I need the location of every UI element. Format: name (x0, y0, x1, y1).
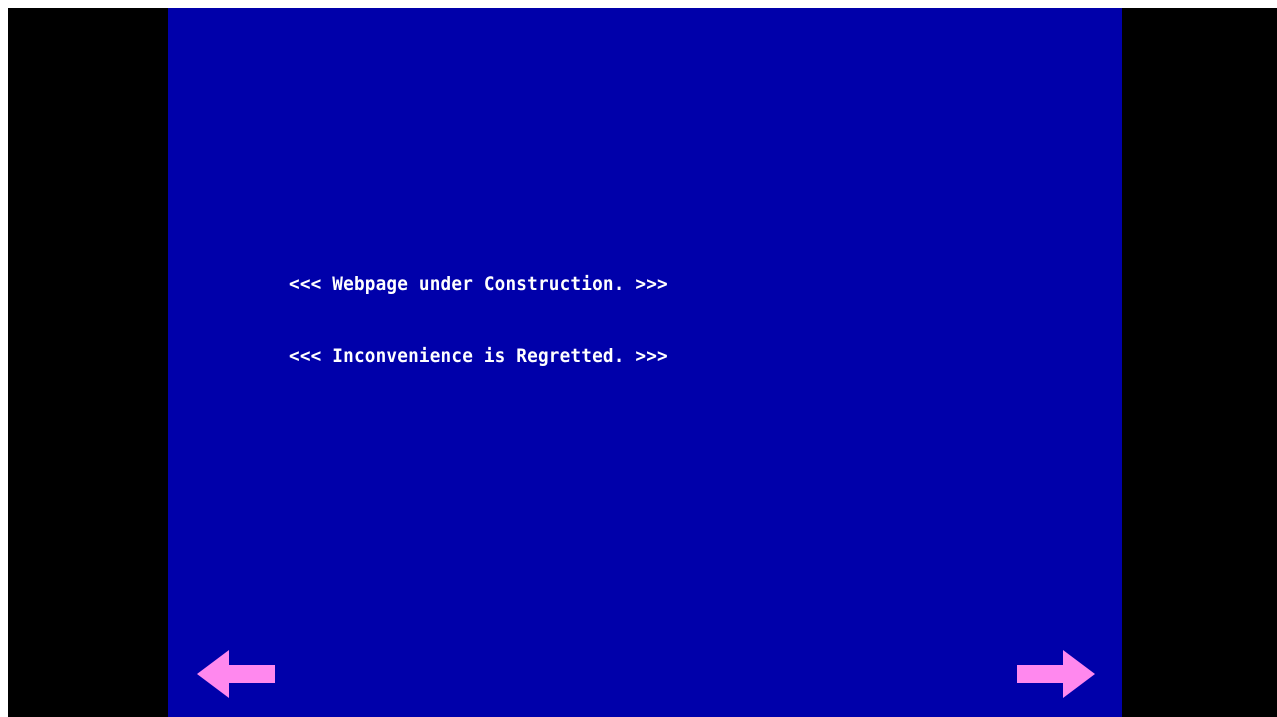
message-line-inconvenience: <<< Inconvenience is Regretted. >>> (289, 345, 668, 367)
construction-screen: <<< Webpage under Construction. >>> <<< … (168, 8, 1122, 717)
arrow-left-icon (197, 650, 275, 698)
app-viewport: <<< Webpage under Construction. >>> <<< … (8, 8, 1277, 717)
next-page-button[interactable] (1017, 650, 1095, 698)
message-line-construction: <<< Webpage under Construction. >>> (289, 273, 668, 295)
construction-message: <<< Webpage under Construction. >>> <<< … (289, 224, 668, 416)
arrow-right-icon (1017, 650, 1095, 698)
previous-page-button[interactable] (197, 650, 275, 698)
